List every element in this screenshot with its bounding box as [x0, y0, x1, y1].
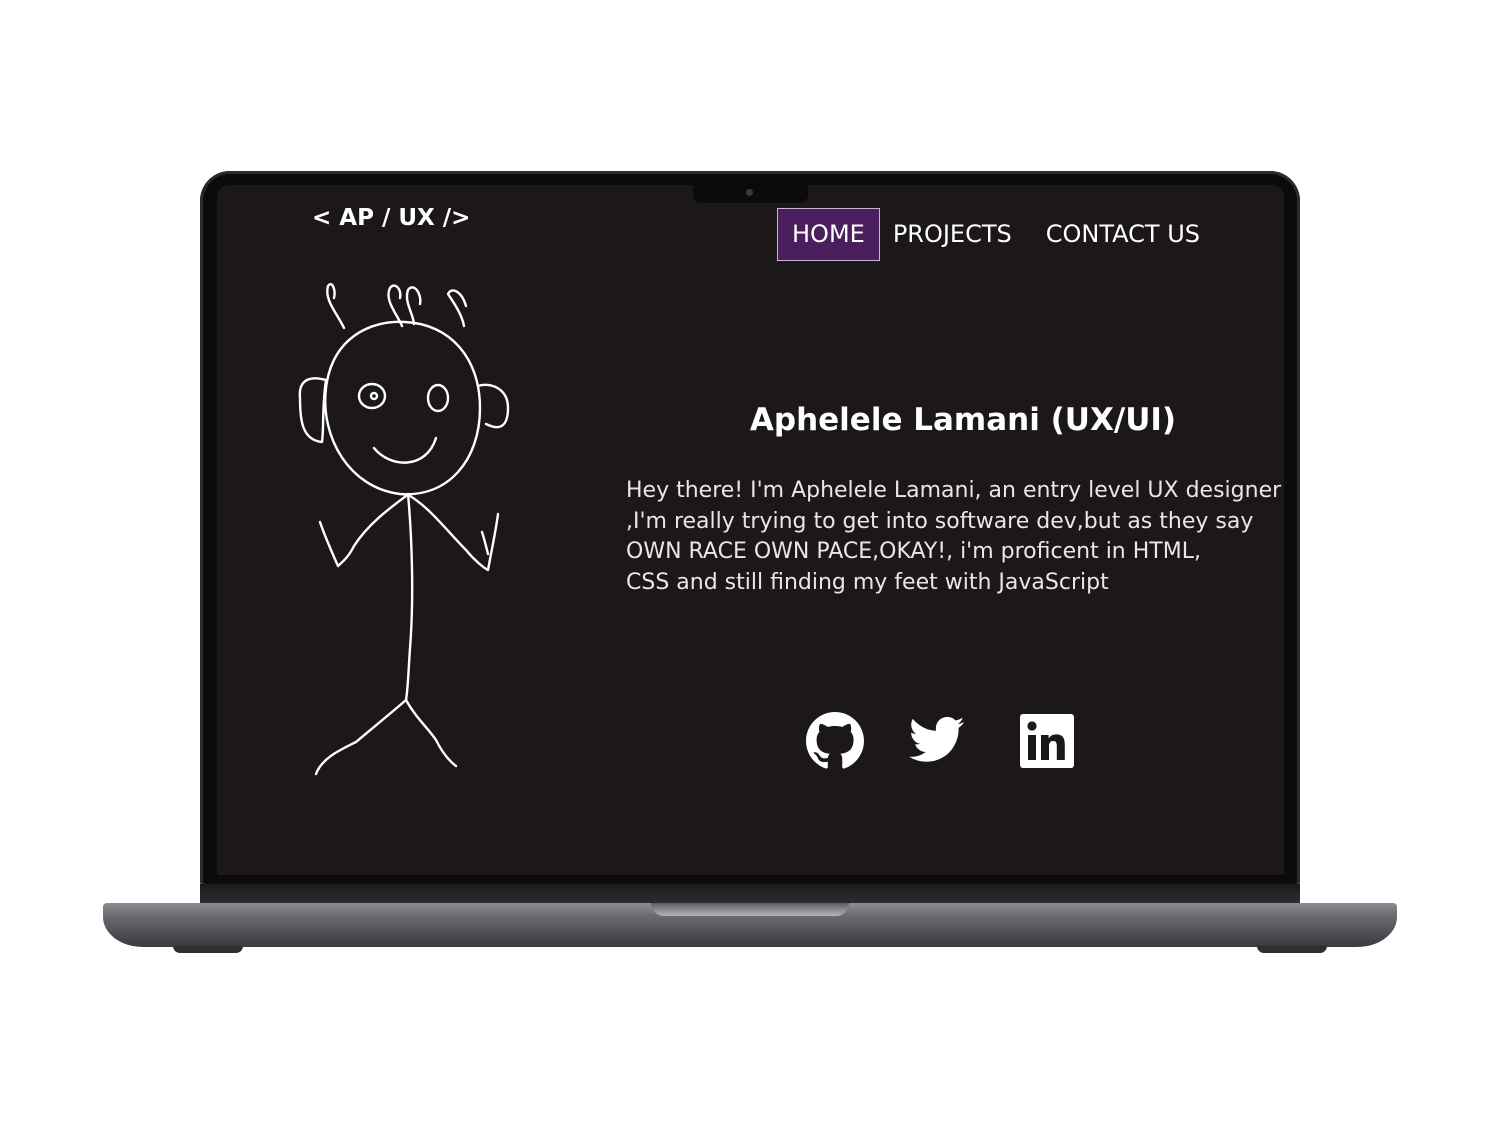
left-ear: [298, 377, 328, 444]
stick-figure-illustration: [298, 283, 510, 776]
main-nav: HOME PROJECTS CONTACT US: [777, 208, 1200, 261]
laptop-foot-right: [1257, 946, 1327, 953]
hair-strand: [446, 289, 468, 328]
twitter-icon[interactable]: [909, 716, 965, 764]
page-title: Aphelele Lamani (UX/UI): [749, 402, 1177, 438]
right-eye: [426, 383, 450, 413]
laptop-mockup: < AP / UX /> HOME PROJECTS CONTACT US Ap: [0, 0, 1500, 1125]
right-leg: [404, 698, 458, 768]
laptop-foot-left: [173, 946, 243, 953]
hair-strand: [405, 286, 422, 326]
left-leg: [314, 698, 408, 776]
hair-strand: [387, 284, 404, 328]
right-ear: [476, 383, 510, 429]
camera-icon: [746, 189, 753, 196]
nav-contact-us[interactable]: CONTACT US: [1046, 208, 1200, 261]
left-pupil: [369, 391, 379, 401]
right-hand: [480, 530, 490, 556]
left-arm: [318, 494, 408, 568]
smile: [372, 436, 438, 464]
intro-container: Hey there! I'm Aphelele Lamani, an entry…: [626, 476, 1284, 606]
head-outline: [324, 320, 482, 496]
laptop-lid-opening: [651, 903, 849, 916]
github-icon[interactable]: [806, 712, 864, 770]
right-arm: [408, 494, 500, 572]
body-line: [404, 492, 414, 702]
laptop-hinge: [200, 884, 1300, 904]
site-logo[interactable]: < AP / UX />: [312, 205, 470, 231]
hair-strand: [326, 283, 346, 330]
nav-home[interactable]: HOME: [777, 208, 880, 261]
intro-paragraph: Hey there! I'm Aphelele Lamani, an entry…: [626, 478, 1282, 595]
nav-projects[interactable]: PROJECTS: [893, 208, 1012, 261]
linkedin-icon[interactable]: [1019, 713, 1075, 769]
